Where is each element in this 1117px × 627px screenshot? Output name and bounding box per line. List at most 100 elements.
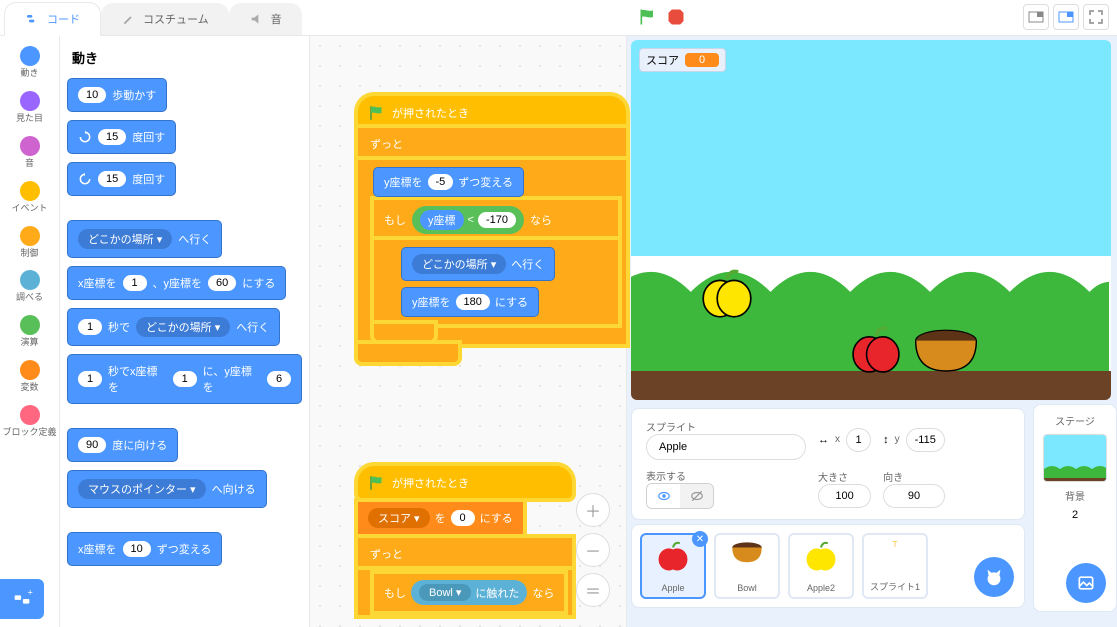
large-stage-button[interactable] [1053,4,1079,30]
category-label: 見た目 [16,114,43,124]
block-change-x[interactable]: x座標を 10 ずつ変える [68,533,221,565]
tab-costumes[interactable]: コスチューム [101,3,229,35]
c-cap-1 [374,324,434,340]
sprite-tile-bowl[interactable]: Bowl [714,533,780,599]
add-backdrop-button[interactable] [1066,563,1106,603]
script-workspace[interactable]: が押されたとき ずっと y座標を -5 ずつ変える もし y座標 < -170 … [310,36,627,627]
sprite-name-label: スプライト [646,419,806,434]
category-label: 動き [20,69,38,79]
hat-when-flag-clicked-1[interactable]: が押されたとき [358,96,626,128]
block-if-2[interactable]: もし Bowl ▾ に触れた なら [374,574,564,611]
block-glide-xy[interactable]: 1 秒でx座標を 1 に、y座標を 6 [68,355,301,403]
green-flag-icon [368,104,386,122]
block-palette[interactable]: 動き 10 歩動かす 15 度回す 15 度回す どこかの場所 ▾ へ行く [60,36,309,627]
category-ブロック定義[interactable]: ブロック定義 [0,399,59,444]
goto-dropdown-1[interactable]: どこかの場所 ▾ [412,254,506,274]
image-icon [1076,573,1096,593]
stop-button[interactable] [666,7,686,27]
category-dot [20,91,40,111]
block-move-steps[interactable]: 10 歩動かす [68,79,166,111]
category-dot [20,405,40,425]
block-change-y-1[interactable]: y座標を -5 ずつ変える [374,168,523,196]
add-extension-button[interactable]: + [0,579,44,619]
tab-sounds[interactable]: 音 [229,3,302,35]
palette-title: 動き [72,48,301,67]
category-演算[interactable]: 演算 [0,309,59,354]
block-turn-ccw[interactable]: 15 度回す [68,163,175,195]
fullscreen-button[interactable] [1083,4,1109,30]
tab-code[interactable]: コード [4,2,101,36]
sprite-tile-apple[interactable]: ✕ Apple [640,533,706,599]
block-lt-operator[interactable]: y座標 < -170 [412,206,524,234]
script-2[interactable]: が押されたとき スコア ▾ を 0 にする ずっと もし Bowl ▾ に触れた… [358,466,572,615]
category-音[interactable]: 音 [0,130,59,175]
sprite-direction-input[interactable]: 90 [883,484,945,508]
x-label: x [835,434,840,445]
point-towards-dropdown[interactable]: マウスのポインター ▾ [78,479,206,499]
script-1[interactable]: が押されたとき ずっと y座標を -5 ずつ変える もし y座標 < -170 … [358,96,626,362]
stage[interactable]: スコア 0 [631,40,1111,400]
zoom-out-button[interactable]: － [576,533,610,567]
block-point-towards[interactable]: マウスのポインター ▾ へ向ける [68,471,266,507]
sprite-info-panel: スプライト ↔ x 1 ↕ y -115 表示する [631,408,1025,520]
zoom-reset-button[interactable]: ＝ [576,573,610,607]
green-flag-button[interactable] [638,6,658,28]
block-if-1[interactable]: もし y座標 < -170 なら [374,200,618,240]
delete-sprite-button[interactable]: ✕ [692,531,708,547]
category-label: イベント [11,204,47,214]
category-label: ブロック定義 [2,428,56,438]
zoom-in-button[interactable]: ＋ [576,493,610,527]
stage-sprite-apple[interactable] [849,322,903,376]
stage-sprite-apple2[interactable] [699,265,755,321]
stage-sky [631,40,1111,256]
stage-title: ステージ [1055,413,1095,428]
sprite-size-input[interactable]: 100 [818,484,871,508]
sprite-name-input[interactable] [646,434,806,460]
blocks-panel: 動き見た目音イベント制御調べる演算変数ブロック定義 動き 10 歩動かす 15 … [0,36,310,627]
category-変数[interactable]: 変数 [0,354,59,399]
touching-dropdown[interactable]: Bowl ▾ [419,584,471,601]
goto-menu-dropdown[interactable]: どこかの場所 ▾ [78,229,172,249]
block-turn-cw[interactable]: 15 度回す [68,121,175,153]
code-icon [25,11,41,27]
category-イベント[interactable]: イベント [0,175,59,220]
sprite-y-input[interactable]: -115 [906,428,945,452]
glide-menu-dropdown[interactable]: どこかの場所 ▾ [136,317,230,337]
score-monitor[interactable]: スコア 0 [639,48,726,72]
variable-dropdown[interactable]: スコア ▾ [368,508,430,528]
tab-sounds-label: 音 [271,11,282,27]
block-set-y[interactable]: y座標を 180 にする [402,288,538,316]
category-制御[interactable]: 制御 [0,220,59,265]
block-point-direction[interactable]: 90 度に向ける [68,429,177,461]
block-goto-menu[interactable]: どこかの場所 ▾ へ行く [68,221,221,257]
block-forever-1[interactable]: ずっと [358,128,626,160]
stage-sprite-bowl[interactable] [911,325,981,375]
direction-label: 向き [883,469,945,484]
hide-button[interactable] [680,484,713,508]
category-dot [20,46,40,66]
category-dot [20,226,40,246]
category-動き[interactable]: 動き [0,40,59,85]
cat-icon [983,566,1005,588]
block-set-variable[interactable]: スコア ▾ を 0 にする [358,502,523,534]
hat-when-flag-clicked-2[interactable]: が押されたとき [358,466,572,498]
reporter-y-position[interactable]: y座標 [420,210,464,230]
small-stage-button[interactable] [1023,4,1049,30]
block-glide-menu[interactable]: 1 秒で どこかの場所 ▾ へ行く [68,309,279,345]
block-goto-xy[interactable]: x座標を 1 、y座標を 60 にする [68,267,285,299]
show-button[interactable] [647,484,680,508]
block-touching[interactable]: Bowl ▾ に触れた [411,580,527,605]
sprite-x-input[interactable]: 1 [846,428,871,452]
add-sprite-button[interactable] [974,557,1014,597]
sprite-tile-apple2[interactable]: Apple2 [788,533,854,599]
block-goto-random[interactable]: どこかの場所 ▾ へ行く [402,248,554,280]
block-forever-2[interactable]: ずっと [358,538,572,570]
category-見た目[interactable]: 見た目 [0,85,59,130]
category-調べる[interactable]: 調べる [0,264,59,309]
turn-ccw-icon [78,172,92,186]
category-label: 制御 [20,249,38,259]
category-dot [20,181,40,201]
sprite-tile-sprite1[interactable]: Ｔ スプライト1 [862,533,928,599]
arrow-horizontal-icon: ↔ [818,434,829,446]
stage-thumbnail[interactable] [1043,434,1107,482]
